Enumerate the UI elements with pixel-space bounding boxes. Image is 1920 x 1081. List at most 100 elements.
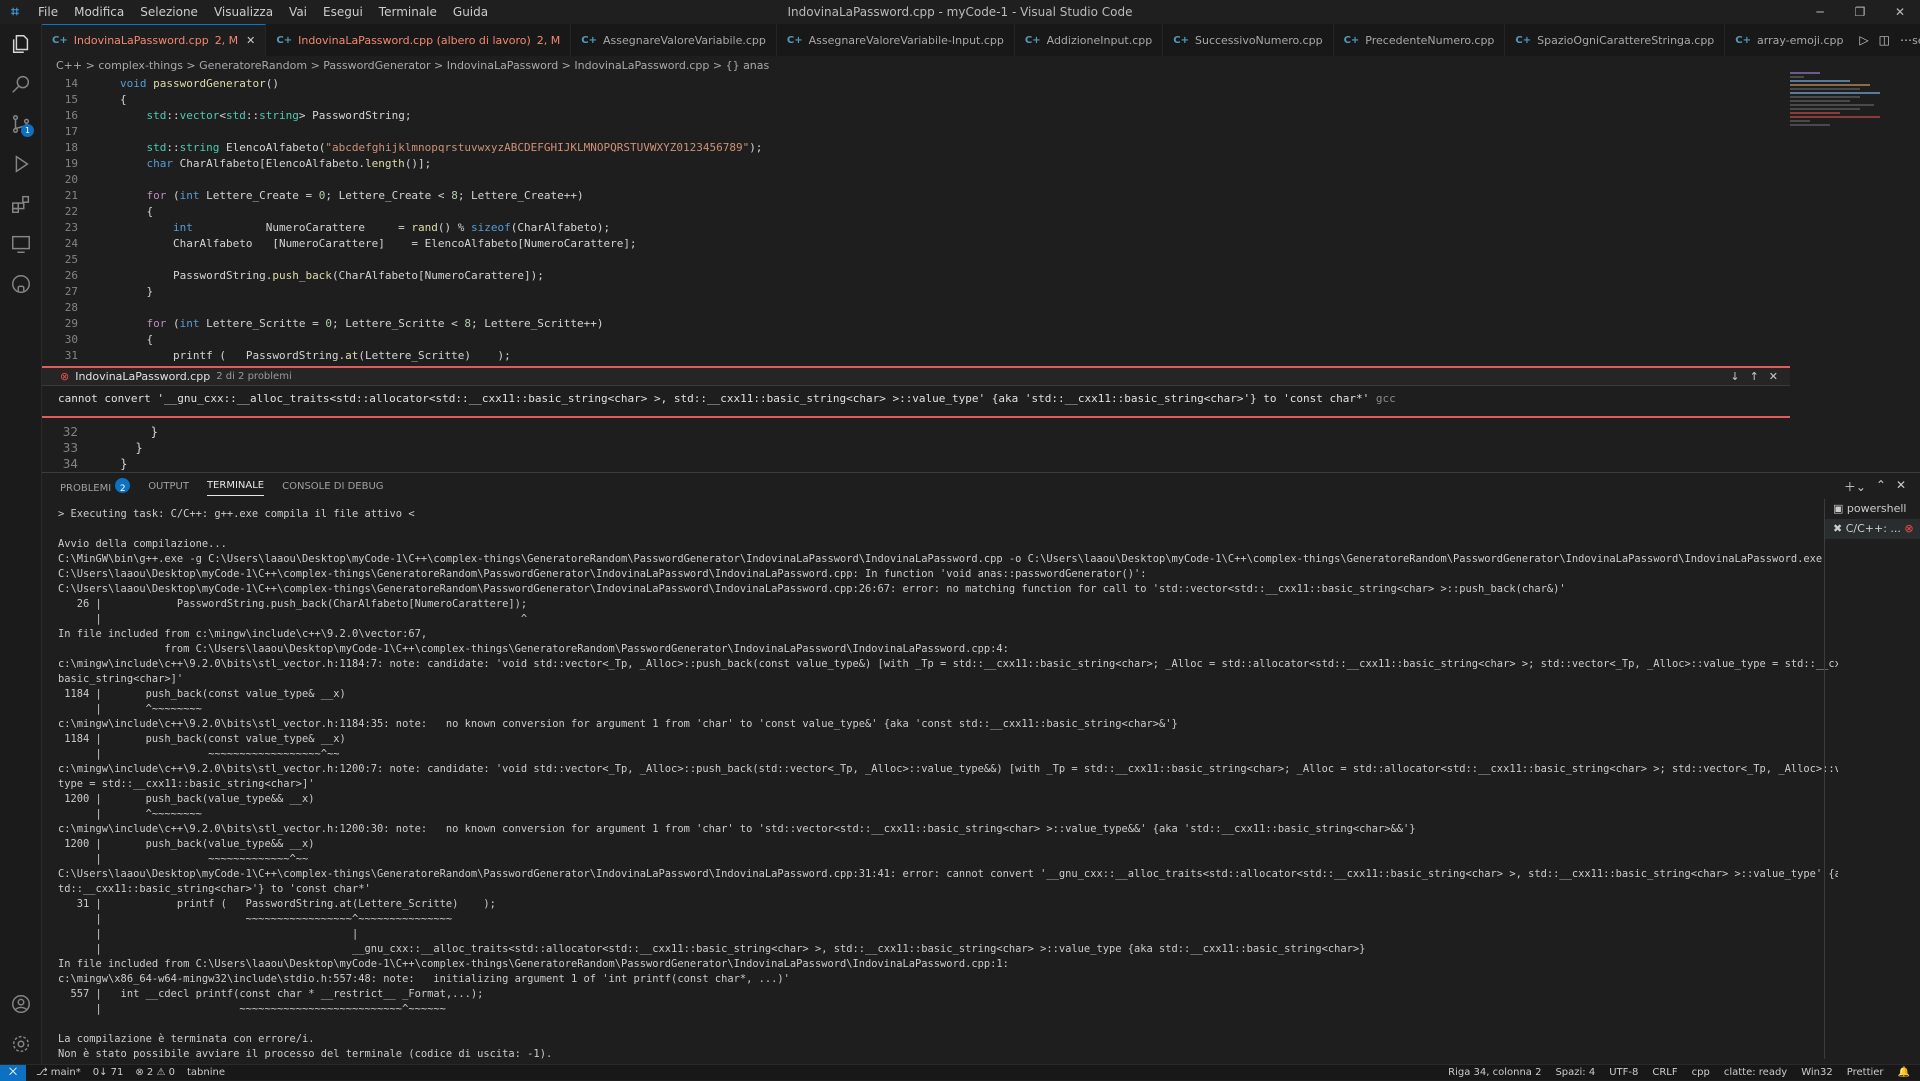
- code-editor-continued[interactable]: 32 } 33 } 34}: [42, 424, 1790, 472]
- language-mode[interactable]: cpp: [1692, 1067, 1710, 1078]
- terminal-item-task[interactable]: ✖ C/C++: ... ⊗: [1825, 519, 1920, 539]
- settings-gear-icon[interactable]: [0, 1024, 42, 1064]
- panel-tab-terminale[interactable]: TERMINALE: [206, 476, 265, 496]
- terminal-line: Non è stato possibile avviare il process…: [58, 1048, 553, 1060]
- minimize-icon[interactable]: ─: [1800, 0, 1840, 24]
- run-debug-icon[interactable]: [0, 144, 41, 184]
- panel-tab-output[interactable]: OUTPUT: [148, 477, 189, 496]
- terminal-line: 1184 | push_back(const value_type& __x): [58, 733, 346, 745]
- tab-status: 2, M: [214, 34, 239, 47]
- terminal-line: | ^~~~~~~~~: [58, 703, 202, 715]
- platform[interactable]: Win32: [1801, 1067, 1833, 1078]
- close-panel-icon[interactable]: ✕: [1896, 478, 1906, 495]
- panel-tab-problemi[interactable]: PROBLEMI 2: [60, 474, 131, 498]
- terminal-line: from C:\Users\laaou\Desktop\myCode-1\C++…: [58, 643, 1009, 655]
- code-line: 24 CharAlfabeto [NumeroCarattere] = Elen…: [42, 236, 1790, 252]
- terminal-line: In file included from c:\mingw\include\c…: [58, 628, 428, 640]
- editor-tab[interactable]: C+ AssegnareValoreVariabile.cpp: [571, 24, 777, 56]
- cpp-file-icon: C+: [1343, 34, 1360, 46]
- close-window-icon[interactable]: ✕: [1880, 0, 1920, 24]
- close-tab-icon[interactable]: ✕: [246, 34, 255, 47]
- bottom-panel: PROBLEMI 2 OUTPUT TERMINALE CONSOLE DI DEBUG…: [42, 472, 1920, 1064]
- terminal-line: 31 | printf ( PasswordString.at(Lettere_…: [58, 898, 496, 910]
- menu-item-file[interactable]: File: [30, 0, 66, 24]
- restore-icon[interactable]: ❐: [1840, 0, 1880, 24]
- clang-status[interactable]: clatte: ready: [1724, 1067, 1787, 1078]
- terminal-label: powershell: [1846, 502, 1907, 515]
- line-number: 21: [64, 189, 78, 202]
- menu-item-guida[interactable]: Guida: [445, 0, 496, 24]
- editor-tab[interactable]: C+ AssegnareValoreVariabile-Input.cpp: [776, 24, 1015, 56]
- github-icon[interactable]: [0, 264, 41, 304]
- split-editor-icon[interactable]: ◫: [1879, 33, 1890, 47]
- explorer-icon[interactable]: [0, 24, 41, 64]
- code-line: 17: [42, 124, 1790, 140]
- menu-bar: File Modifica Selezione Visualizza Vai Esegui…: [30, 0, 496, 24]
- panel-tab-label: PROBLEMI: [60, 483, 112, 494]
- menu-item-modifica[interactable]: Modifica: [66, 0, 132, 24]
- minimap[interactable]: [1790, 70, 1920, 260]
- remote-icon[interactable]: ⨉: [0, 1064, 26, 1081]
- source-control-badge: 1: [21, 124, 34, 137]
- terminal-line: | |: [58, 928, 359, 940]
- problems-indicator[interactable]: ⊗ 2 ⚠ 0: [135, 1067, 175, 1078]
- kill-terminal-icon[interactable]: ⊗: [1904, 522, 1913, 535]
- editor-tab[interactable]: C+ AddizioneInput.cpp: [1014, 24, 1164, 56]
- editor-tab[interactable]: C+ SuccessivoNumero.cpp: [1163, 24, 1334, 56]
- panel-tab-console-di-debug[interactable]: CONSOLE DI DEBUG: [282, 477, 383, 496]
- new-terminal-icon[interactable]: ＋⌄: [1844, 478, 1866, 495]
- code-text: std::vector<std::string> PasswordString;: [146, 109, 412, 122]
- vscode-logo-icon: ⌗: [11, 4, 19, 20]
- cursor-position[interactable]: Riga 34, colonna 2: [1448, 1067, 1541, 1078]
- previous-problem-icon[interactable]: ↑: [1750, 370, 1759, 383]
- editor-tab[interactable]: C+ array-emoji.cpp: [1725, 24, 1855, 56]
- editor-tab[interactable]: C+ PrecedenteNumero.cpp: [1333, 24, 1506, 56]
- tabnine-indicator[interactable]: tabnine: [187, 1067, 225, 1078]
- branch-indicator[interactable]: ⎇ main*: [36, 1067, 81, 1078]
- indentation[interactable]: Spazi: 4: [1555, 1067, 1595, 1078]
- terminal-line: C:\Users\laaou\Desktop\myCode-1\C++\comp…: [58, 868, 1838, 880]
- code-line: 29 for (int Lettere_Scritte = 0; Lettere…: [42, 316, 1790, 332]
- menu-item-vai[interactable]: Vai: [281, 0, 315, 24]
- more-actions-icon[interactable]: ⋯: [1900, 33, 1912, 47]
- sync-indicator[interactable]: 0↓ 71: [93, 1067, 124, 1078]
- editor-tab[interactable]: C+ IndovinaLaPassword.cpp 2, M ✕: [42, 24, 267, 56]
- tab-label: PrecedenteNumero.cpp: [1365, 33, 1495, 47]
- encoding[interactable]: UTF-8: [1609, 1067, 1638, 1078]
- menu-item-visualizza[interactable]: Visualizza: [206, 0, 281, 24]
- menu-item-esegui[interactable]: Esegui: [315, 0, 371, 24]
- source-control-icon[interactable]: 1: [0, 104, 41, 144]
- account-icon[interactable]: [0, 984, 42, 1024]
- remote-explorer-icon[interactable]: [0, 224, 41, 264]
- code-line: 19 char CharAlfabeto[ElencoAlfabeto.leng…: [42, 156, 1790, 172]
- close-peek-icon[interactable]: ✕: [1769, 370, 1778, 383]
- breadcrumb[interactable]: C++ > complex-things > GeneratoreRandom …: [42, 56, 1920, 76]
- terminal-line: c:\mingw\include\c++\9.2.0\bits\stl_vect…: [58, 718, 1178, 730]
- run-icon[interactable]: ▷: [1859, 33, 1868, 47]
- code-line: 31 printf ( PasswordString.at(Lettere_Sc…: [42, 348, 1790, 364]
- code-line: 14 void passwordGenerator(): [42, 76, 1790, 92]
- menu-item-selezione[interactable]: Selezione: [132, 0, 206, 24]
- panel-tabs: PROBLEMI 2 OUTPUT TERMINALE CONSOLE DI DEBUG: [42, 473, 1920, 499]
- editor-tab[interactable]: C+ IndovinaLaPassword.cpp (albero di lavo…: [266, 24, 572, 56]
- menu-item-terminale[interactable]: Terminale: [371, 0, 445, 24]
- code-line: 16 std::vector<std::string> PasswordStri…: [42, 108, 1790, 124]
- cpp-file-icon: C+: [1024, 34, 1041, 46]
- tab-label: IndovinaLaPassword.cpp: [73, 34, 209, 47]
- editor-tab[interactable]: C+ SpazioOgniCarattereStringa.cpp: [1505, 24, 1726, 56]
- extensions-icon[interactable]: [0, 184, 41, 224]
- terminal-output[interactable]: > Executing task: C/C++: g++.exe compila…: [58, 507, 1838, 1062]
- peek-count: 2 di 2 problemi: [216, 371, 292, 382]
- terminal-line: | ~~~~~~~~~~~~~~~~~~^~~: [58, 748, 340, 760]
- code-line: 26 PasswordString.push_back(CharAlfabeto…: [42, 268, 1790, 284]
- peek-header: ⊗ IndovinaLaPassword.cpp 2 di 2 problemi…: [42, 368, 1790, 386]
- bell-icon[interactable]: 🔔: [1898, 1067, 1910, 1078]
- search-icon[interactable]: [0, 64, 41, 104]
- next-problem-icon[interactable]: ↓: [1730, 370, 1739, 383]
- code-text: CharAlfabeto [NumeroCarattere] = ElencoA…: [120, 237, 637, 250]
- prettier-status[interactable]: Prettier: [1847, 1067, 1884, 1078]
- maximize-panel-icon[interactable]: ⌃: [1876, 478, 1886, 495]
- end-of-line[interactable]: CRLF: [1652, 1067, 1677, 1078]
- terminal-item-powershell[interactable]: ▣ powershell: [1825, 499, 1920, 519]
